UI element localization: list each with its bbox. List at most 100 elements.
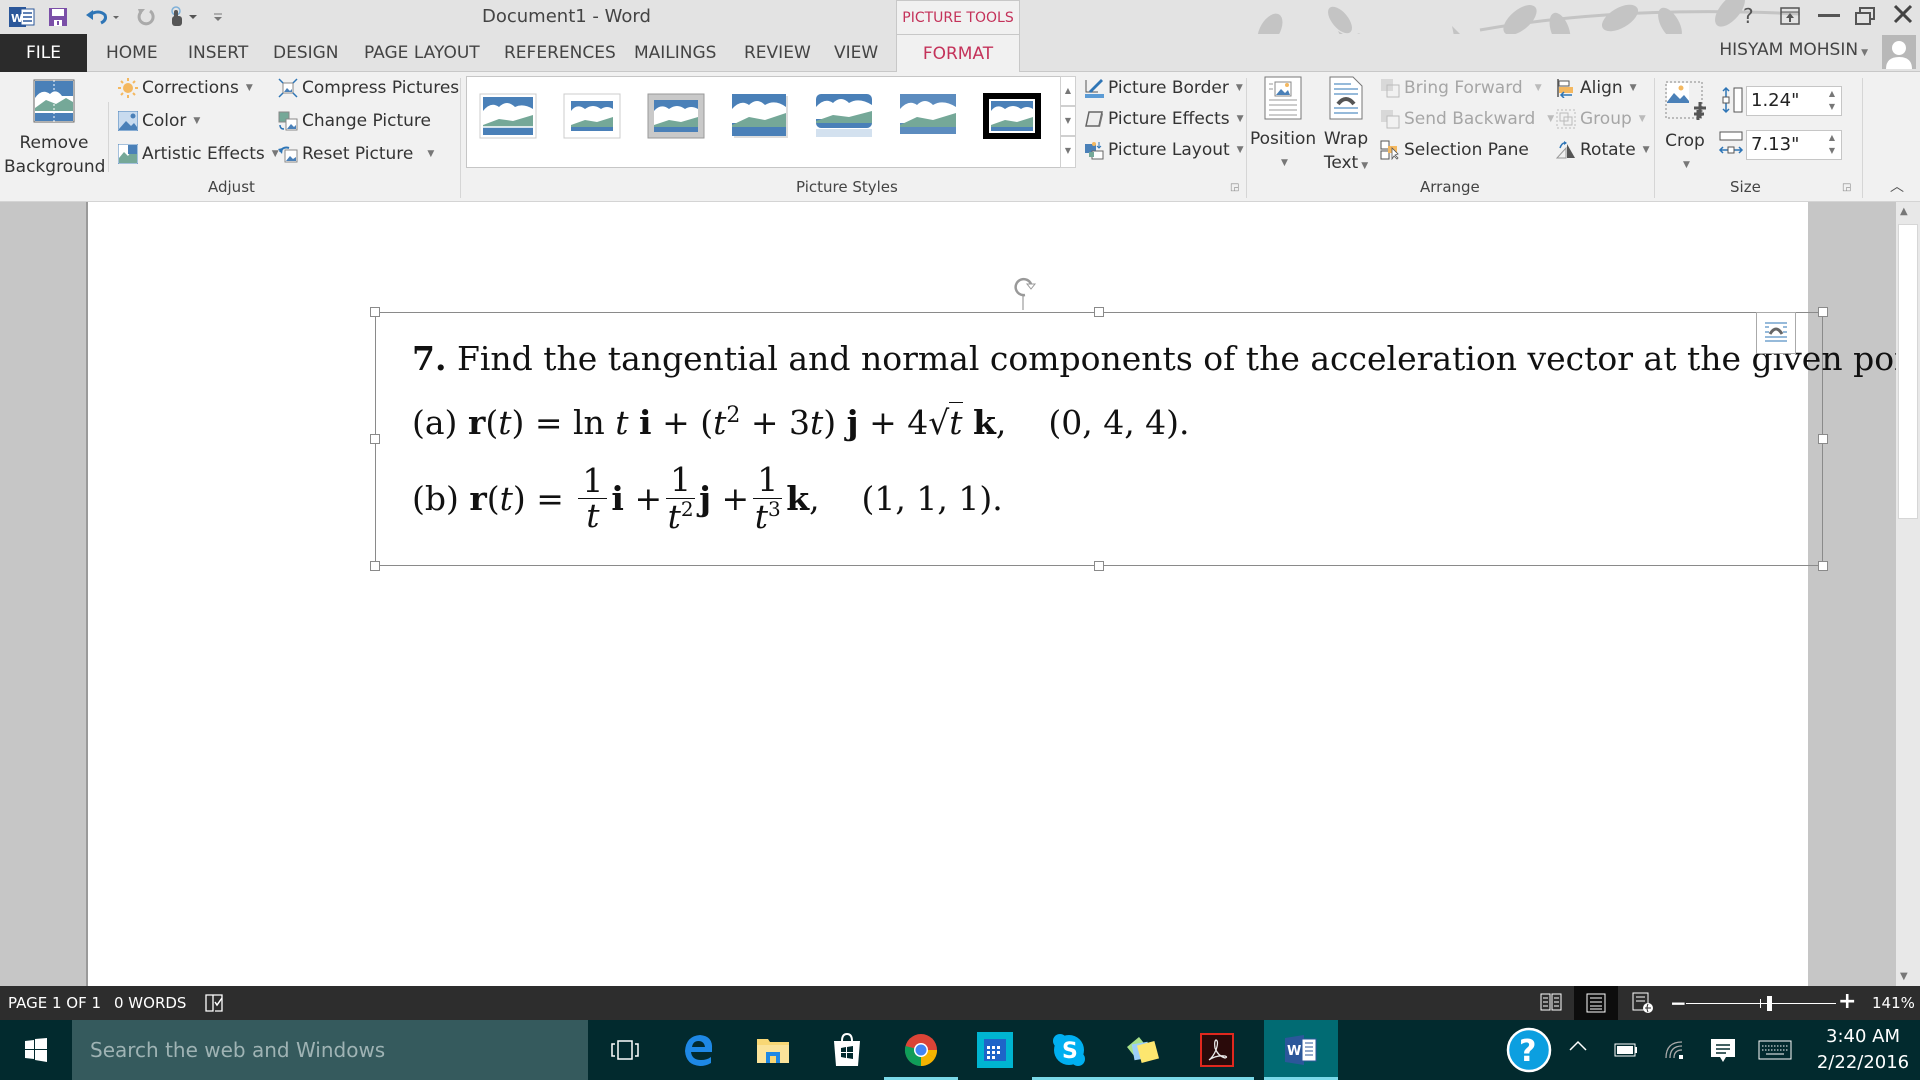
skype-taskbar-button[interactable]: S bbox=[1032, 1020, 1106, 1080]
user-account-menu[interactable]: HISYAM MOHSIN ▼ bbox=[1719, 40, 1868, 60]
chrome-taskbar-button[interactable] bbox=[884, 1020, 958, 1080]
selection-pane-button[interactable]: Selection Pane bbox=[1380, 140, 1529, 160]
corrections-button[interactable]: Corrections ▼ bbox=[118, 78, 253, 98]
resize-handle-top[interactable] bbox=[1094, 307, 1104, 317]
height-spin-arrows[interactable]: ▲ ▼ bbox=[1829, 87, 1835, 113]
rotate-handle[interactable] bbox=[1012, 276, 1038, 317]
change-picture-button[interactable]: Change Picture bbox=[278, 111, 431, 131]
vertical-scrollbar[interactable]: ▲ ▼ bbox=[1896, 202, 1920, 986]
page-count[interactable]: PAGE 1 OF 1 bbox=[8, 994, 101, 1012]
resize-handle-bottom-right[interactable] bbox=[1818, 561, 1828, 571]
picture-effects-button[interactable]: Picture Effects ▼ bbox=[1084, 109, 1244, 129]
scrollbar-thumb[interactable] bbox=[1898, 224, 1918, 519]
picture-style-double-frame-black[interactable] bbox=[983, 93, 1041, 139]
acrobat-taskbar-button[interactable] bbox=[1180, 1020, 1254, 1080]
scroll-up-arrow[interactable]: ▲ bbox=[1900, 206, 1908, 217]
shape-height-input[interactable]: 1.24" ▲ ▼ bbox=[1746, 86, 1842, 116]
resize-handle-top-left[interactable] bbox=[370, 307, 380, 317]
search-box[interactable]: Search the web and Windows bbox=[72, 1020, 588, 1080]
reset-picture-button[interactable]: Reset Picture ▼ bbox=[278, 144, 434, 164]
scroll-down-arrow[interactable]: ▼ bbox=[1900, 971, 1908, 982]
wifi-button[interactable] bbox=[1664, 1040, 1684, 1065]
touch-mode-button[interactable] bbox=[166, 4, 202, 30]
gallery-scroll-down-button[interactable]: ▼ bbox=[1060, 106, 1076, 136]
zoom-in-button[interactable]: + bbox=[1838, 989, 1856, 1014]
resize-handle-right[interactable] bbox=[1818, 434, 1828, 444]
tab-references[interactable]: REFERENCES bbox=[494, 34, 626, 72]
picture-style-soft-edge-rectangle[interactable] bbox=[899, 93, 957, 139]
rotate-button[interactable]: Rotate ▼ bbox=[1556, 140, 1650, 160]
ribbon-display-options-icon[interactable] bbox=[1780, 6, 1800, 30]
clock[interactable]: 3:40 AM 2/22/2016 bbox=[1816, 1024, 1910, 1076]
tab-view[interactable]: VIEW bbox=[824, 34, 888, 72]
selected-picture[interactable]: 7. Find the tangential and normal compon… bbox=[370, 307, 1896, 571]
action-center-button[interactable] bbox=[1710, 1038, 1736, 1069]
tab-file[interactable]: FILE bbox=[0, 34, 87, 72]
gallery-more-button[interactable]: ▼ bbox=[1060, 136, 1076, 168]
color-button[interactable]: Color ▼ bbox=[118, 111, 200, 131]
resize-handle-bottom[interactable] bbox=[1094, 561, 1104, 571]
undo-button[interactable] bbox=[84, 4, 122, 30]
tab-format[interactable]: FORMAT bbox=[896, 34, 1020, 73]
tab-review[interactable]: REVIEW bbox=[734, 34, 821, 72]
document-page[interactable]: 7. Find the tangential and normal compon… bbox=[86, 202, 1896, 986]
battery-button[interactable] bbox=[1614, 1042, 1638, 1062]
picture-border-button[interactable]: Picture Border ▼ bbox=[1084, 78, 1243, 98]
tab-mailings[interactable]: MAILINGS bbox=[624, 34, 726, 72]
zoom-slider-track[interactable] bbox=[1686, 996, 1836, 1011]
save-icon[interactable] bbox=[46, 4, 70, 30]
group-button[interactable]: Group ▼ bbox=[1556, 109, 1646, 129]
proofing-icon[interactable] bbox=[204, 993, 226, 1017]
redo-icon[interactable] bbox=[134, 4, 158, 30]
picture-styles-dialog-launcher[interactable]: ◲ bbox=[1230, 182, 1239, 193]
start-button[interactable] bbox=[0, 1020, 72, 1080]
minimize-button[interactable] bbox=[1818, 14, 1840, 17]
resize-handle-top-right[interactable] bbox=[1818, 307, 1828, 317]
picture-style-reflected-rounded-rectangle[interactable] bbox=[815, 93, 873, 139]
print-layout-icon[interactable] bbox=[1574, 986, 1618, 1020]
send-backward-button[interactable]: Send Backward ▼ bbox=[1380, 109, 1554, 129]
wrap-text-button[interactable]: Wrap Text ▼ bbox=[1318, 76, 1374, 178]
shape-width-input[interactable]: 7.13" ▲ ▼ bbox=[1746, 130, 1842, 160]
read-mode-icon[interactable] bbox=[1540, 992, 1562, 1016]
calendar-taskbar-button[interactable] bbox=[958, 1020, 1032, 1080]
gallery-scroll-up-button[interactable]: ▲ bbox=[1060, 76, 1076, 106]
layout-options-button[interactable] bbox=[1756, 312, 1796, 354]
tab-page-layout[interactable]: PAGE LAYOUT bbox=[354, 34, 490, 72]
size-dialog-launcher[interactable]: ◲ bbox=[1842, 182, 1851, 193]
picture-style-metal-frame[interactable] bbox=[647, 93, 705, 139]
file-explorer-taskbar-button[interactable] bbox=[736, 1020, 810, 1080]
zoom-out-button[interactable]: − bbox=[1670, 991, 1687, 1015]
word-app-icon[interactable]: W bbox=[8, 4, 36, 30]
artistic-effects-button[interactable]: Artistic Effects ▼ bbox=[118, 144, 279, 164]
crop-button[interactable]: Crop ▼ bbox=[1660, 80, 1710, 177]
word-taskbar-button[interactable]: W bbox=[1264, 1020, 1338, 1080]
help-button[interactable]: ? bbox=[1743, 4, 1754, 28]
tab-design[interactable]: DESIGN bbox=[263, 34, 349, 72]
tab-insert[interactable]: INSERT bbox=[178, 34, 258, 72]
zoom-level[interactable]: 141% bbox=[1872, 994, 1915, 1012]
tab-home[interactable]: HOME bbox=[96, 34, 168, 72]
picture-layout-button[interactable]: Picture Layout ▼ bbox=[1084, 140, 1244, 160]
show-hidden-icons-button[interactable] bbox=[1568, 1038, 1588, 1059]
customize-quick-access-icon[interactable] bbox=[210, 4, 226, 30]
picture-style-beveled-matte-white[interactable] bbox=[563, 93, 621, 139]
touch-keyboard-button[interactable] bbox=[1758, 1040, 1792, 1065]
web-layout-icon[interactable] bbox=[1632, 992, 1654, 1018]
resize-handle-left[interactable] bbox=[370, 434, 380, 444]
task-view-button[interactable] bbox=[588, 1020, 662, 1080]
close-button[interactable] bbox=[1892, 3, 1914, 30]
position-button[interactable]: Position ▼ bbox=[1250, 76, 1316, 175]
compress-pictures-button[interactable]: Compress Pictures bbox=[278, 78, 459, 98]
collapse-ribbon-button[interactable]: ︿ bbox=[1890, 176, 1904, 196]
avatar[interactable] bbox=[1882, 35, 1916, 69]
picture-style-simple-frame-white[interactable] bbox=[479, 93, 537, 139]
width-spin-arrows[interactable]: ▲ ▼ bbox=[1829, 131, 1835, 157]
picture-style-drop-shadow-rectangle[interactable] bbox=[731, 93, 789, 139]
restore-button[interactable] bbox=[1855, 6, 1875, 30]
help-tray-button[interactable]: ? bbox=[1506, 1027, 1552, 1078]
align-button[interactable]: Align ▼ bbox=[1556, 78, 1637, 98]
word-count[interactable]: 0 WORDS bbox=[114, 994, 186, 1012]
sticky-notes-taskbar-button[interactable] bbox=[1106, 1020, 1180, 1080]
edge-taskbar-button[interactable] bbox=[662, 1020, 736, 1080]
